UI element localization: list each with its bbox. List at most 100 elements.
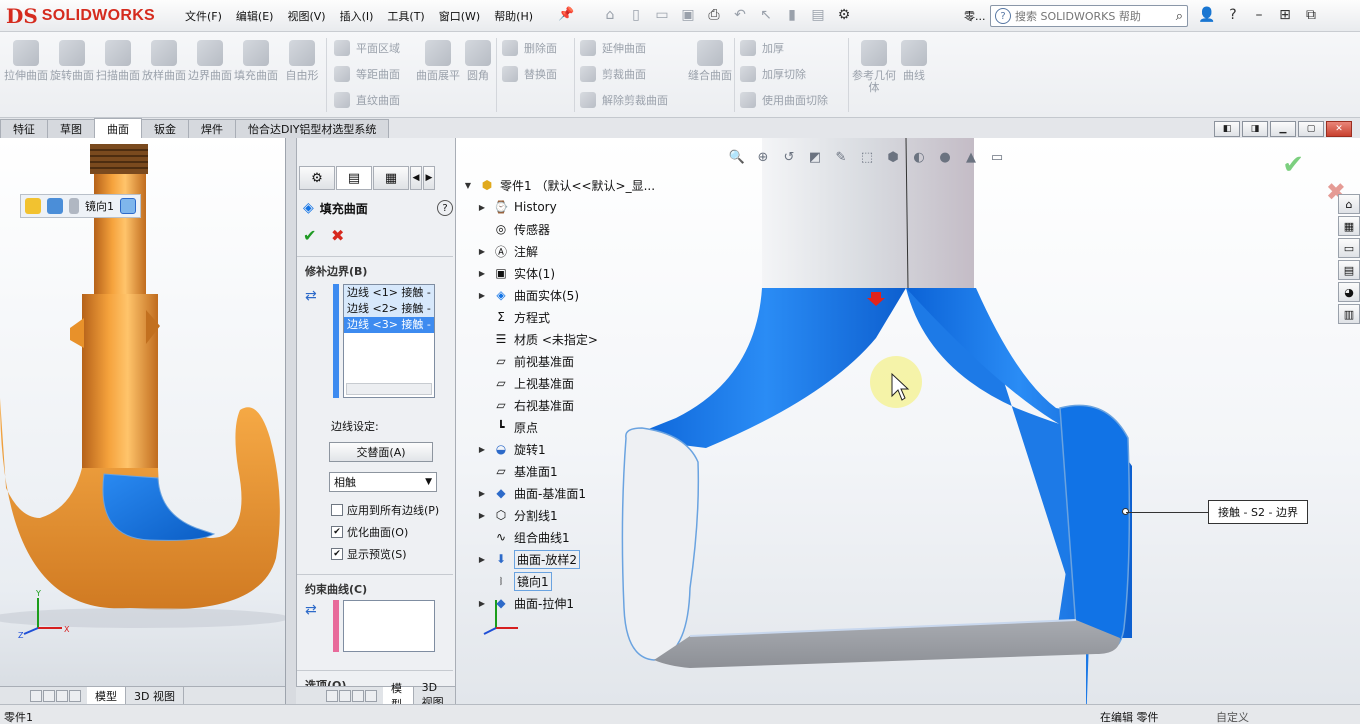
minimize-icon[interactable]: – xyxy=(1248,5,1270,25)
curves-button[interactable]: 曲线 xyxy=(892,40,936,110)
help-icon[interactable]: ? xyxy=(1222,5,1244,25)
freeform-button[interactable]: 自由形 xyxy=(280,40,324,110)
boundary-surface-button[interactable]: 边界曲面 xyxy=(188,40,232,110)
menu-window[interactable]: 窗口(W) xyxy=(432,6,487,26)
doc-minimize-icon[interactable]: ▁ xyxy=(1270,121,1296,137)
view-palette-icon[interactable]: ▤ xyxy=(1338,260,1360,280)
solidworks-resources-icon[interactable]: ⌂ xyxy=(1338,194,1360,214)
extend-surface-button[interactable]: 延伸曲面 xyxy=(580,38,646,58)
menu-file[interactable]: 文件(F) xyxy=(178,6,229,26)
tab-sheet-metal[interactable]: 钣金 xyxy=(141,119,189,138)
options-gear-icon[interactable]: ⚙ xyxy=(832,5,856,25)
tree-item-surface-plane1[interactable]: ▶ ◆ 曲面-基准面1 xyxy=(462,482,702,504)
tree-item-split-line1[interactable]: ▶ ⬡ 分割线1 xyxy=(462,504,702,526)
split-vertical-icon[interactable]: ◨ xyxy=(1242,121,1268,137)
tree-item-material[interactable]: ☰ 材质 <未指定> xyxy=(462,328,702,350)
select-arrow-icon[interactable]: ↖ xyxy=(754,5,778,25)
tree-expand-icon[interactable]: ▶ xyxy=(476,599,488,608)
tree-expand-icon[interactable]: ▶ xyxy=(476,489,488,498)
tree-item-plane1[interactable]: ▱ 基准面1 xyxy=(462,460,702,482)
tree-item-top-plane[interactable]: ▱ 上视基准面 xyxy=(462,372,702,394)
tree-item-surface-bodies[interactable]: ▶ ◈ 曲面实体(5) xyxy=(462,284,702,306)
tab-model[interactable]: 模型 xyxy=(383,682,414,711)
tree-item-front-plane[interactable]: ▱ 前视基准面 xyxy=(462,350,702,372)
revolved-surface-button[interactable]: 旋转曲面 xyxy=(50,40,94,110)
tab-surfaces[interactable]: 曲面 xyxy=(94,118,142,138)
view-orientation-icon[interactable]: ⬚ xyxy=(856,148,878,166)
zoom-to-fit-icon[interactable]: 🔍 xyxy=(726,148,748,166)
surface-flatten-button[interactable]: 曲面展平 xyxy=(416,40,460,110)
menu-tools[interactable]: 工具(T) xyxy=(380,6,431,26)
swept-surface-button[interactable]: 扫描曲面 xyxy=(96,40,140,110)
doc-close-icon[interactable]: ✕ xyxy=(1326,121,1352,137)
view-settings-icon[interactable]: ▭ xyxy=(986,148,1008,166)
boundary-edge-list[interactable]: 边线 <1> 接触 - S 边线 <2> 接触 - S 边线 <3> 接触 - … xyxy=(343,284,435,398)
tab-weldments[interactable]: 焊件 xyxy=(188,119,236,138)
patch-boundary-group-title[interactable]: 修补边界(B) xyxy=(297,256,453,279)
tree-expand-icon[interactable]: ▶ xyxy=(476,291,488,300)
offset-surface-button[interactable]: 等距曲面 xyxy=(334,64,400,84)
delete-face-button[interactable]: 删除面 xyxy=(502,38,557,58)
edge-list-scrollbar[interactable] xyxy=(346,383,432,395)
search-input[interactable] xyxy=(1015,9,1155,23)
replace-face-button[interactable]: 替换面 xyxy=(502,64,557,84)
mirror-feature-icon[interactable] xyxy=(69,198,79,214)
tree-item-right-plane[interactable]: ▱ 右视基准面 xyxy=(462,394,702,416)
optimize-surface-checkbox[interactable]: ✔ 优化曲面(O) xyxy=(331,524,408,540)
configuration-manager-tab-icon[interactable]: ▦ xyxy=(373,166,409,190)
tree-item-equations[interactable]: Σ 方程式 xyxy=(462,306,702,328)
tabs-scroll-left-icon[interactable]: ◀ xyxy=(410,166,422,190)
print-icon[interactable]: ⎙ xyxy=(702,5,726,25)
edge-list-item[interactable]: 边线 <2> 接触 - S xyxy=(344,301,434,317)
status-units-custom[interactable]: 自定义 xyxy=(1216,709,1249,724)
design-library-icon[interactable]: ▦ xyxy=(1338,216,1360,236)
tab-model[interactable]: 模型 xyxy=(87,687,126,704)
tree-item-revolve1[interactable]: ▶ ◒ 旋转1 xyxy=(462,438,702,460)
ruled-surface-button[interactable]: 直纹曲面 xyxy=(334,90,400,110)
constraint-curve-list[interactable] xyxy=(343,600,435,652)
tree-expand-icon[interactable]: ▶ xyxy=(476,203,488,212)
tab-yiheda-addin[interactable]: 怡合达DIY铝型材选型系统 xyxy=(235,119,390,138)
pin-icon[interactable]: 📌 xyxy=(558,7,574,22)
tree-item-annotations[interactable]: ▶ Ⓐ 注解 xyxy=(462,240,702,262)
tree-expand-icon[interactable]: ▶ xyxy=(476,247,488,256)
file-explorer-icon[interactable]: ▭ xyxy=(1338,238,1360,258)
tab-sketch[interactable]: 草图 xyxy=(47,119,95,138)
tree-item-sensors[interactable]: ◎ 传感器 xyxy=(462,218,702,240)
alternate-face-button[interactable]: 交替面(A) xyxy=(329,442,433,462)
tab-nav-arrows[interactable] xyxy=(30,689,81,702)
tree-item-part[interactable]: ▼ ⬢ 零件1 （默认<<默认>_显... xyxy=(462,174,702,196)
feature-manager-tab-icon[interactable]: ⚙ xyxy=(299,166,335,190)
menu-help[interactable]: 帮助(H) xyxy=(487,6,540,26)
cut-with-surface-button[interactable]: 使用曲面切除 xyxy=(740,90,828,110)
solidworks-logo[interactable]: DS SOLIDWORKS xyxy=(6,4,155,28)
edit-appearance-icon[interactable]: ● xyxy=(934,148,956,166)
menu-edit[interactable]: 编辑(E) xyxy=(229,6,281,26)
pm-help-icon[interactable]: ? xyxy=(437,200,453,216)
flip-direction-icon[interactable]: ⇄ xyxy=(305,288,317,304)
filled-surface-button[interactable]: 填充曲面 xyxy=(234,40,278,110)
window-tile-icon[interactable]: ⧉ xyxy=(1300,5,1322,25)
knit-surface-button[interactable]: 缝合曲面 xyxy=(688,40,732,110)
zoom-area-icon[interactable]: ⊕ xyxy=(752,148,774,166)
tree-item-history[interactable]: ▶ ⌚ History xyxy=(462,196,702,218)
tree-expand-icon[interactable]: ▶ xyxy=(476,511,488,520)
tree-expand-icon[interactable]: ▶ xyxy=(476,555,488,564)
tree-item-origin[interactable]: ┗ 原点 xyxy=(462,416,702,438)
edge-condition-callout[interactable]: 接触 - S2 - 边界 xyxy=(1208,500,1308,524)
tree-item-mirror1[interactable]: ⧘ 镜向1 xyxy=(462,570,702,592)
custom-properties-icon[interactable]: ▥ xyxy=(1338,304,1360,324)
main-graphics-viewport[interactable]: 🔍 ⊕ ↺ ◩ ✎ ⬚ ⬢ ◐ ● ▲ ▭ ✔ ✖ ⌂ ▦ ▭ ▤ ◕ ▥ ▼ … xyxy=(456,138,1360,704)
apply-all-edges-checkbox[interactable]: 应用到所有边线(P) xyxy=(331,502,439,518)
trim-surface-button[interactable]: 剪裁曲面 xyxy=(580,64,646,84)
apply-scene-icon[interactable]: ▲ xyxy=(960,148,982,166)
tree-item-solid-bodies[interactable]: ▶ ▣ 实体(1) xyxy=(462,262,702,284)
fillet-button[interactable]: 圆角 xyxy=(456,40,500,110)
tab-3d-views[interactable]: 3D 视图 xyxy=(126,687,184,704)
undo-icon[interactable]: ↶ xyxy=(728,5,752,25)
tree-expand-icon[interactable]: ▶ xyxy=(476,269,488,278)
tree-expand-icon[interactable]: ▶ xyxy=(476,445,488,454)
search-icon[interactable]: ⌕ xyxy=(1176,9,1183,24)
home-icon[interactable]: ⌂ xyxy=(598,5,622,25)
part-icon[interactable] xyxy=(25,198,41,214)
